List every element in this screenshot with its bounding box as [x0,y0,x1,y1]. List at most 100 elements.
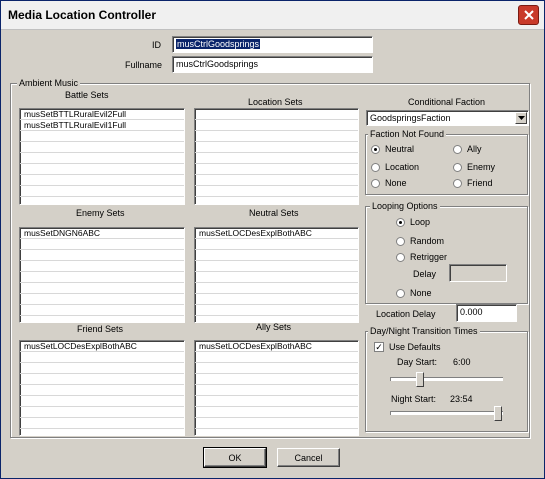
use-defaults-checkbox[interactable]: ✓ Use Defaults [374,342,441,352]
radio-dot [453,144,462,154]
conditional-faction-value: GoodspringsFaction [370,113,451,123]
radio-loop[interactable]: Loop [396,217,430,227]
slider-thumb[interactable] [493,406,502,421]
list-item [195,418,358,429]
night-start-slider[interactable] [386,406,506,422]
radio-none[interactable]: None [371,178,407,188]
radio-label: Neutral [385,144,415,154]
location-delay-label: Location Delay [376,309,436,319]
list-item [20,175,184,186]
radio-dot [453,162,462,172]
list-item [20,261,184,272]
list-item [20,239,184,250]
list-item [195,142,358,153]
day-start-slider[interactable] [386,372,506,388]
list-item[interactable]: musSetBTTLRuralEvil2Full [20,109,184,120]
id-label: ID [152,40,161,50]
list-item [20,283,184,294]
radio-friend[interactable]: Friend [453,178,493,188]
list-item [20,363,184,374]
list-item [195,305,358,316]
chevron-down-icon [517,116,525,120]
radio-dot [396,217,405,227]
radio-ally[interactable]: Ally [453,144,482,154]
night-start-value: 23:54 [450,394,473,404]
list-item [20,142,184,153]
cancel-button[interactable]: Cancel [277,448,340,467]
battle-sets-list[interactable]: musSetBTTLRuralEvil2Full musSetBTTLRural… [19,108,185,205]
radio-label: Loop [410,217,431,227]
list-item [195,164,358,175]
list-item[interactable]: musSetDNGN6ABC [20,228,184,239]
list-item[interactable]: musSetLOCDesExplBothABC [195,228,358,239]
id-field[interactable]: musCtrlGoodsprings [172,36,373,53]
radio-label: Random [410,236,445,246]
list-item [195,261,358,272]
ambient-music-label: Ambient Music [17,78,81,88]
close-icon [523,10,534,20]
radio-dot [396,288,405,298]
conditional-faction-label: Conditional Faction [408,97,486,107]
day-start-value: 6:00 [453,357,471,367]
list-item [20,294,184,305]
list-item [195,272,358,283]
radio-label: Friend [467,178,493,188]
delay-field[interactable] [449,264,507,282]
slider-thumb[interactable] [416,372,424,387]
ally-sets-list[interactable]: musSetLOCDesExplBothABC [194,340,359,436]
location-sets-label: Location Sets [248,97,303,107]
radio-neutral[interactable]: Neutral [371,144,414,154]
list-item [195,120,358,131]
dropdown-button[interactable] [515,112,527,124]
radio-label: None [385,178,407,188]
radio-enemy[interactable]: Enemy [453,162,495,172]
fullname-label: Fullname [125,60,163,70]
list-item [195,153,358,164]
close-button[interactable] [518,5,539,25]
ok-button[interactable]: OK [203,447,267,468]
looping-options-label: Looping Options [370,201,440,211]
list-item [20,396,184,407]
list-item[interactable]: musSetLOCDesExplBothABC [195,341,358,352]
faction-not-found-label: Faction Not Found [368,129,447,139]
list-item [195,294,358,305]
list-item[interactable]: musSetLOCDesExplBothABC [20,341,184,352]
radio-label: None [410,288,432,298]
enemy-sets-list[interactable]: musSetDNGN6ABC [19,227,185,323]
list-item [20,250,184,261]
radio-label: Retrigger [410,252,448,262]
list-item[interactable]: musSetBTTLRuralEvil1Full [20,120,184,131]
id-value: musCtrlGoodsprings [176,39,261,49]
list-item [195,407,358,418]
checkbox-box: ✓ [374,342,384,352]
fullname-field[interactable]: musCtrlGoodsprings [172,56,373,73]
title-bar: Media Location Controller [1,1,544,30]
list-item [195,374,358,385]
radio-label: Enemy [467,162,496,172]
radio-random[interactable]: Random [396,236,444,246]
list-item [195,131,358,142]
day-night-label: Day/Night Transition Times [368,326,480,336]
list-item [20,153,184,164]
list-item [20,131,184,142]
list-item [195,363,358,374]
list-item [195,175,358,186]
radio-location[interactable]: Location [371,162,419,172]
neutral-sets-list[interactable]: musSetLOCDesExplBothABC [194,227,359,323]
list-item [20,407,184,418]
radio-dot [396,236,405,246]
ally-sets-label: Ally Sets [256,322,292,332]
friend-sets-label: Friend Sets [77,324,124,334]
media-location-controller-window: Media Location Controller ID musCtrlGood… [0,0,545,479]
list-item [20,385,184,396]
checkmark-icon: ✓ [375,342,383,352]
radio-retrigger[interactable]: Retrigger [396,252,447,262]
list-item [195,250,358,261]
radio-loop-none[interactable]: None [396,288,432,298]
radio-dot [371,162,380,172]
list-item [195,396,358,407]
location-delay-field[interactable]: 0.000 [456,304,517,322]
location-sets-list[interactable] [194,108,359,205]
conditional-faction-dropdown[interactable]: GoodspringsFaction [366,110,529,126]
friend-sets-list[interactable]: musSetLOCDesExplBothABC [19,340,185,436]
